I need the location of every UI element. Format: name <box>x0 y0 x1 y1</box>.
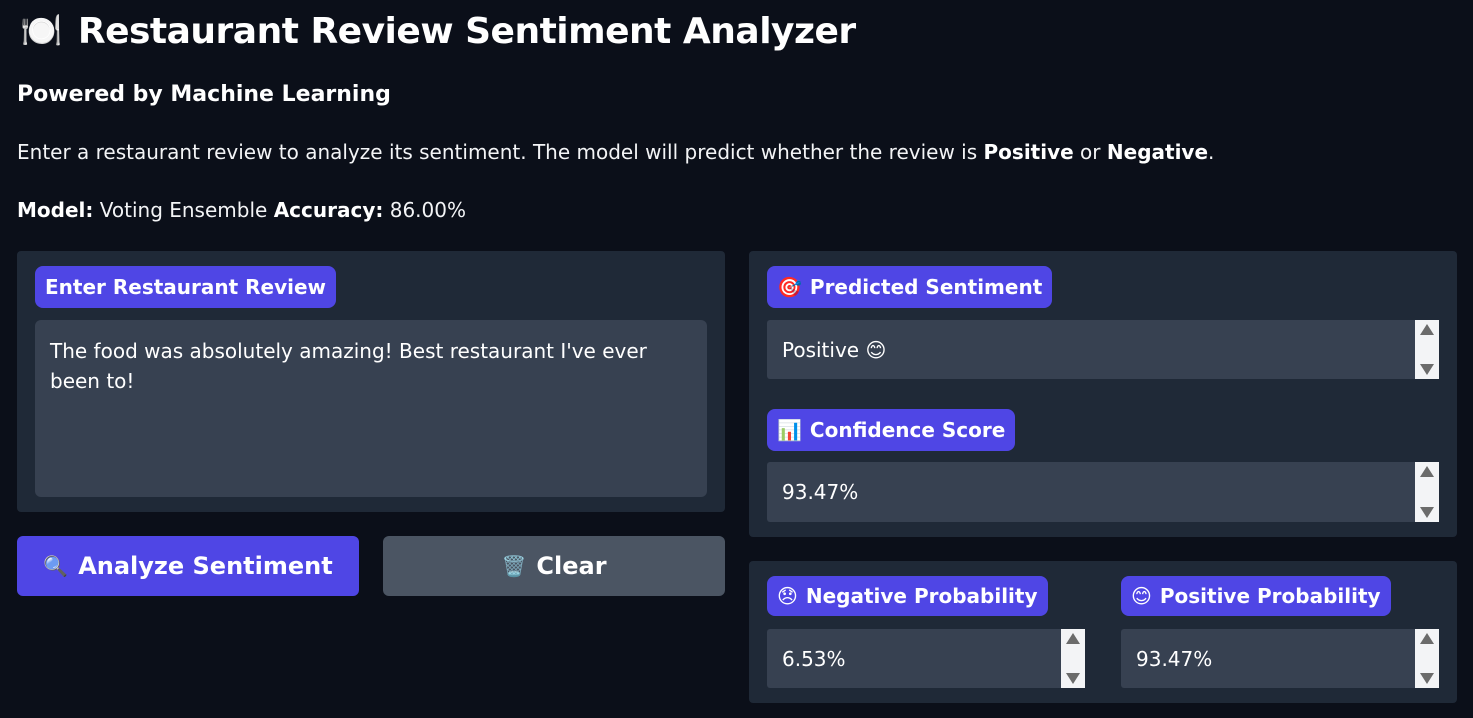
predicted-sentiment-scrollbar[interactable] <box>1415 320 1439 379</box>
predicted-sentiment-label-text: Predicted Sentiment <box>809 275 1043 299</box>
target-icon: 🎯 <box>777 275 802 299</box>
scroll-down-icon[interactable] <box>1420 673 1434 684</box>
review-input-label: Enter Restaurant Review <box>35 266 337 308</box>
plate-cutlery-icon: 🍽️ <box>20 11 62 51</box>
negative-probability-label-text: Negative Probability <box>805 584 1038 608</box>
scroll-up-icon[interactable] <box>1420 633 1434 644</box>
negative-probability-field[interactable]: 6.53% <box>767 629 1085 688</box>
analyze-sentiment-button[interactable]: 🔍 Analyze Sentiment <box>17 536 359 596</box>
scroll-up-icon[interactable] <box>1420 324 1434 335</box>
confidence-score-label-text: Confidence Score <box>809 418 1006 442</box>
predicted-sentiment-value: Positive 😊 <box>782 337 887 362</box>
description-suffix: . <box>1208 140 1215 164</box>
description-negative: Negative <box>1106 140 1209 164</box>
positive-probability-field[interactable]: 93.47% <box>1121 629 1439 688</box>
sad-face-icon: 😞 <box>777 584 798 608</box>
review-input[interactable]: The food was absolutely amazing! Best re… <box>35 320 707 497</box>
confidence-score-scrollbar[interactable] <box>1415 462 1439 522</box>
magnifier-icon: 🔍 <box>43 554 69 578</box>
positive-probability-scrollbar[interactable] <box>1415 629 1439 688</box>
model-label: Model: <box>17 198 94 222</box>
description-prefix: Enter a restaurant review to analyze its… <box>17 140 984 164</box>
negative-probability-value: 6.53% <box>782 646 846 671</box>
input-panel: Enter Restaurant Review The food was abs… <box>17 251 725 512</box>
bar-chart-icon: 📊 <box>777 418 802 442</box>
scroll-down-icon[interactable] <box>1420 507 1434 518</box>
clear-label: Clear <box>536 552 607 580</box>
scroll-down-icon[interactable] <box>1066 673 1080 684</box>
probability-panel: 😞 Negative Probability 6.53% 😊 Positive … <box>749 561 1457 703</box>
page-subtitle: Powered by Machine Learning <box>17 82 391 107</box>
model-value: Voting Ensemble <box>93 198 274 222</box>
trash-icon: 🗑️ <box>501 554 527 578</box>
scroll-up-icon[interactable] <box>1066 633 1080 644</box>
confidence-score-label: 📊 Confidence Score <box>767 409 1016 451</box>
confidence-score-value: 93.47% <box>782 480 859 504</box>
predicted-sentiment-label: 🎯 Predicted Sentiment <box>767 266 1053 308</box>
predicted-sentiment-field[interactable]: Positive 😊 <box>767 320 1439 379</box>
clear-button[interactable]: 🗑️ Clear <box>383 536 725 596</box>
description-positive: Positive <box>983 140 1074 164</box>
description: Enter a restaurant review to analyze its… <box>17 140 1214 164</box>
accuracy-label: Accuracy: <box>273 198 384 222</box>
model-info: Model: Voting Ensemble Accuracy: 86.00% <box>17 198 466 222</box>
negative-probability-scrollbar[interactable] <box>1061 629 1085 688</box>
positive-probability-label: 😊 Positive Probability <box>1121 576 1391 616</box>
analyze-sentiment-label: Analyze Sentiment <box>78 552 333 580</box>
accuracy-value: 86.00% <box>383 198 466 222</box>
result-panel: 🎯 Predicted Sentiment Positive 😊 📊 Confi… <box>749 251 1457 537</box>
positive-probability-label-text: Positive Probability <box>1159 584 1381 608</box>
scroll-down-icon[interactable] <box>1420 364 1434 375</box>
scroll-up-icon[interactable] <box>1420 466 1434 477</box>
description-middle: or <box>1073 140 1107 164</box>
smile-face-icon: 😊 <box>1131 584 1152 608</box>
page-title: 🍽️ Restaurant Review Sentiment Analyzer <box>20 8 856 54</box>
positive-probability-value: 93.47% <box>1136 646 1213 671</box>
confidence-score-field[interactable]: 93.47% <box>767 462 1439 522</box>
page-title-text: Restaurant Review Sentiment Analyzer <box>77 10 856 52</box>
negative-probability-label: 😞 Negative Probability <box>767 576 1048 616</box>
